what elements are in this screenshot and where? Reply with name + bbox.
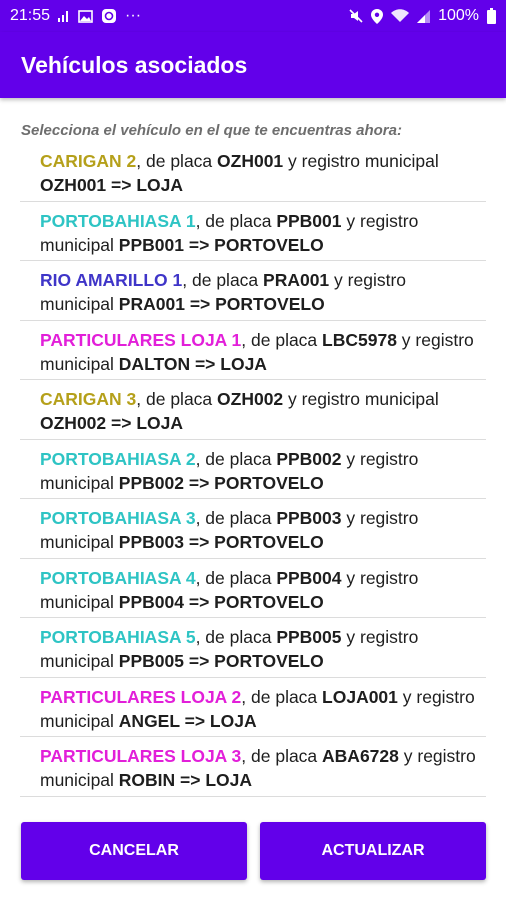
vehicle-arrow: =>	[183, 234, 215, 255]
location-icon	[371, 8, 384, 24]
vehicle-text: , de placa	[241, 329, 323, 350]
vehicle-plate: PPB005	[276, 627, 342, 647]
vehicle-city: LOJA	[205, 770, 253, 790]
vehicle-name: PORTOBAHIASA 2	[40, 448, 196, 469]
vehicle-plate: PPB004	[276, 567, 342, 588]
vehicle-registry: PPB003	[118, 532, 184, 552]
vehicle-registry: PPB004	[118, 591, 184, 612]
vehicle-city: PORTOVELO	[214, 651, 324, 671]
vehicle-city: LOJA	[220, 353, 267, 374]
vehicle-name: CARIGAN 2	[40, 151, 137, 171]
vehicle-city: LOJA	[209, 710, 257, 731]
vehicle-list-item[interactable]: PARTICULARES LOJA 1, de placa LBC5978 y …	[20, 321, 486, 380]
vehicle-arrow: =>	[175, 770, 206, 790]
vehicle-arrow: =>	[183, 532, 215, 552]
vehicle-list-item[interactable]: PARTICULARES LOJA 2, de placa LOJA001 y …	[20, 678, 486, 737]
vehicle-name: PARTICULARES LOJA 3	[40, 746, 242, 766]
vehicle-city: PORTOVELO	[214, 234, 324, 255]
vehicle-text: , de placa	[195, 508, 277, 528]
vehicle-city: PORTOVELO	[214, 591, 324, 612]
instruction-text: Selecciona el vehículo en el que te encu…	[21, 122, 402, 139]
vehicle-name: CARIGAN 3	[40, 389, 137, 409]
more-notifications-icon: ···	[125, 7, 142, 24]
cell-signal-icon	[417, 9, 431, 23]
update-button[interactable]: ACTUALIZAR	[260, 822, 486, 880]
battery-level: 100%	[438, 7, 479, 24]
vehicle-city: PORTOVELO	[214, 532, 324, 552]
image-icon	[78, 9, 93, 23]
vehicle-list[interactable]: CARIGAN 2, de placa OZH001 y registro mu…	[20, 142, 486, 797]
vehicle-name: PORTOBAHIASA 4	[40, 567, 196, 588]
vehicle-arrow: =>	[183, 651, 215, 671]
vehicle-registry: DALTON	[118, 353, 191, 374]
vehicle-list-item[interactable]: PARTICULARES LOJA 3, de placa ABA6728 y …	[20, 737, 486, 797]
mute-icon	[349, 9, 363, 23]
vehicle-registry: OZH001	[40, 175, 107, 195]
vehicle-arrow: =>	[190, 353, 221, 374]
vehicle-text: , de placa	[195, 448, 277, 469]
vehicle-text: , de placa	[136, 151, 218, 171]
vehicle-list-item[interactable]: PORTOBAHIASA 2, de placa PPB002 y regist…	[20, 440, 486, 499]
vehicle-plate: OZH002	[217, 389, 284, 409]
vehicle-registry: ANGEL	[118, 710, 180, 731]
vehicle-text: , de placa	[182, 270, 264, 290]
vehicle-registry: PPB005	[118, 651, 184, 671]
vehicle-list-item[interactable]: PORTOBAHIASA 1, de placa PPB001 y regist…	[20, 202, 486, 261]
vehicle-name: PORTOBAHIASA 5	[40, 627, 196, 647]
vehicle-text: y registro municipal	[283, 389, 439, 409]
vehicle-city: LOJA	[136, 175, 183, 195]
vehicle-registry: ROBIN	[118, 770, 176, 790]
vehicle-list-item[interactable]: CARIGAN 3, de placa OZH002 y registro mu…	[20, 380, 486, 440]
vehicle-name: PORTOBAHIASA 3	[40, 508, 196, 528]
vehicle-name: PARTICULARES LOJA 1	[40, 329, 242, 350]
vehicle-plate: OZH001	[217, 151, 284, 171]
vehicle-plate: ABA6728	[322, 746, 399, 766]
page-title: Vehículos asociados	[21, 51, 248, 78]
vehicle-registry: OZH002	[40, 413, 107, 433]
vehicle-text: y registro municipal	[283, 151, 439, 171]
vehicle-list-item[interactable]: PORTOBAHIASA 4, de placa PPB004 y regist…	[20, 559, 486, 618]
vehicle-arrow: =>	[184, 294, 216, 314]
app-notification-icon	[101, 8, 117, 24]
vehicle-plate: LOJA001	[322, 686, 398, 707]
vehicle-registry: PPB002	[118, 472, 184, 493]
vehicle-text: , de placa	[136, 389, 218, 409]
vehicle-arrow: =>	[106, 175, 137, 195]
vehicle-plate: PRA001	[263, 270, 330, 290]
vehicle-name: RIO AMARILLO 1	[40, 270, 183, 290]
vehicle-list-item[interactable]: PORTOBAHIASA 3, de placa PPB003 y regist…	[20, 499, 486, 559]
vehicle-arrow: =>	[179, 710, 210, 731]
vehicle-plate: PPB002	[276, 448, 342, 469]
vehicle-selection-panel[interactable]: Selecciona el vehículo en el que te encu…	[0, 98, 506, 900]
signal-bars-icon	[58, 10, 70, 22]
vehicle-arrow: =>	[183, 591, 215, 612]
cancel-button[interactable]: CANCELAR	[21, 822, 247, 880]
vehicle-plate: PPB003	[276, 508, 342, 528]
vehicle-plate: PPB001	[276, 210, 342, 231]
vehicle-list-item[interactable]: CARIGAN 2, de placa OZH001 y registro mu…	[20, 142, 486, 202]
vehicle-city: PORTOVELO	[215, 294, 325, 314]
battery-icon	[487, 8, 496, 24]
vehicle-registry: PRA001	[118, 294, 185, 314]
vehicle-plate: LBC5978	[322, 329, 397, 350]
vehicle-arrow: =>	[183, 472, 215, 493]
status-bar: 21:55 ··· 100%	[0, 0, 506, 32]
vehicle-list-item[interactable]: PORTOBAHIASA 5, de placa PPB005 y regist…	[20, 618, 486, 678]
vehicle-text: , de placa	[241, 746, 323, 766]
app-bar: Vehículos asociados	[0, 32, 506, 98]
vehicle-text: , de placa	[195, 210, 277, 231]
vehicle-name: PORTOBAHIASA 1	[40, 210, 196, 231]
vehicle-text: , de placa	[195, 567, 277, 588]
vehicle-text: , de placa	[241, 686, 323, 707]
vehicle-name: PARTICULARES LOJA 2	[40, 686, 242, 707]
wifi-icon	[391, 9, 410, 23]
action-bar: CANCELAR ACTUALIZAR	[0, 818, 506, 900]
vehicle-list-item[interactable]: RIO AMARILLO 1, de placa PRA001 y regist…	[20, 261, 486, 321]
status-time: 21:55	[10, 7, 51, 24]
vehicle-registry: PPB001	[118, 234, 184, 255]
vehicle-city: PORTOVELO	[214, 472, 324, 493]
vehicle-city: LOJA	[136, 413, 183, 433]
vehicle-arrow: =>	[106, 413, 137, 433]
vehicle-text: , de placa	[195, 627, 277, 647]
